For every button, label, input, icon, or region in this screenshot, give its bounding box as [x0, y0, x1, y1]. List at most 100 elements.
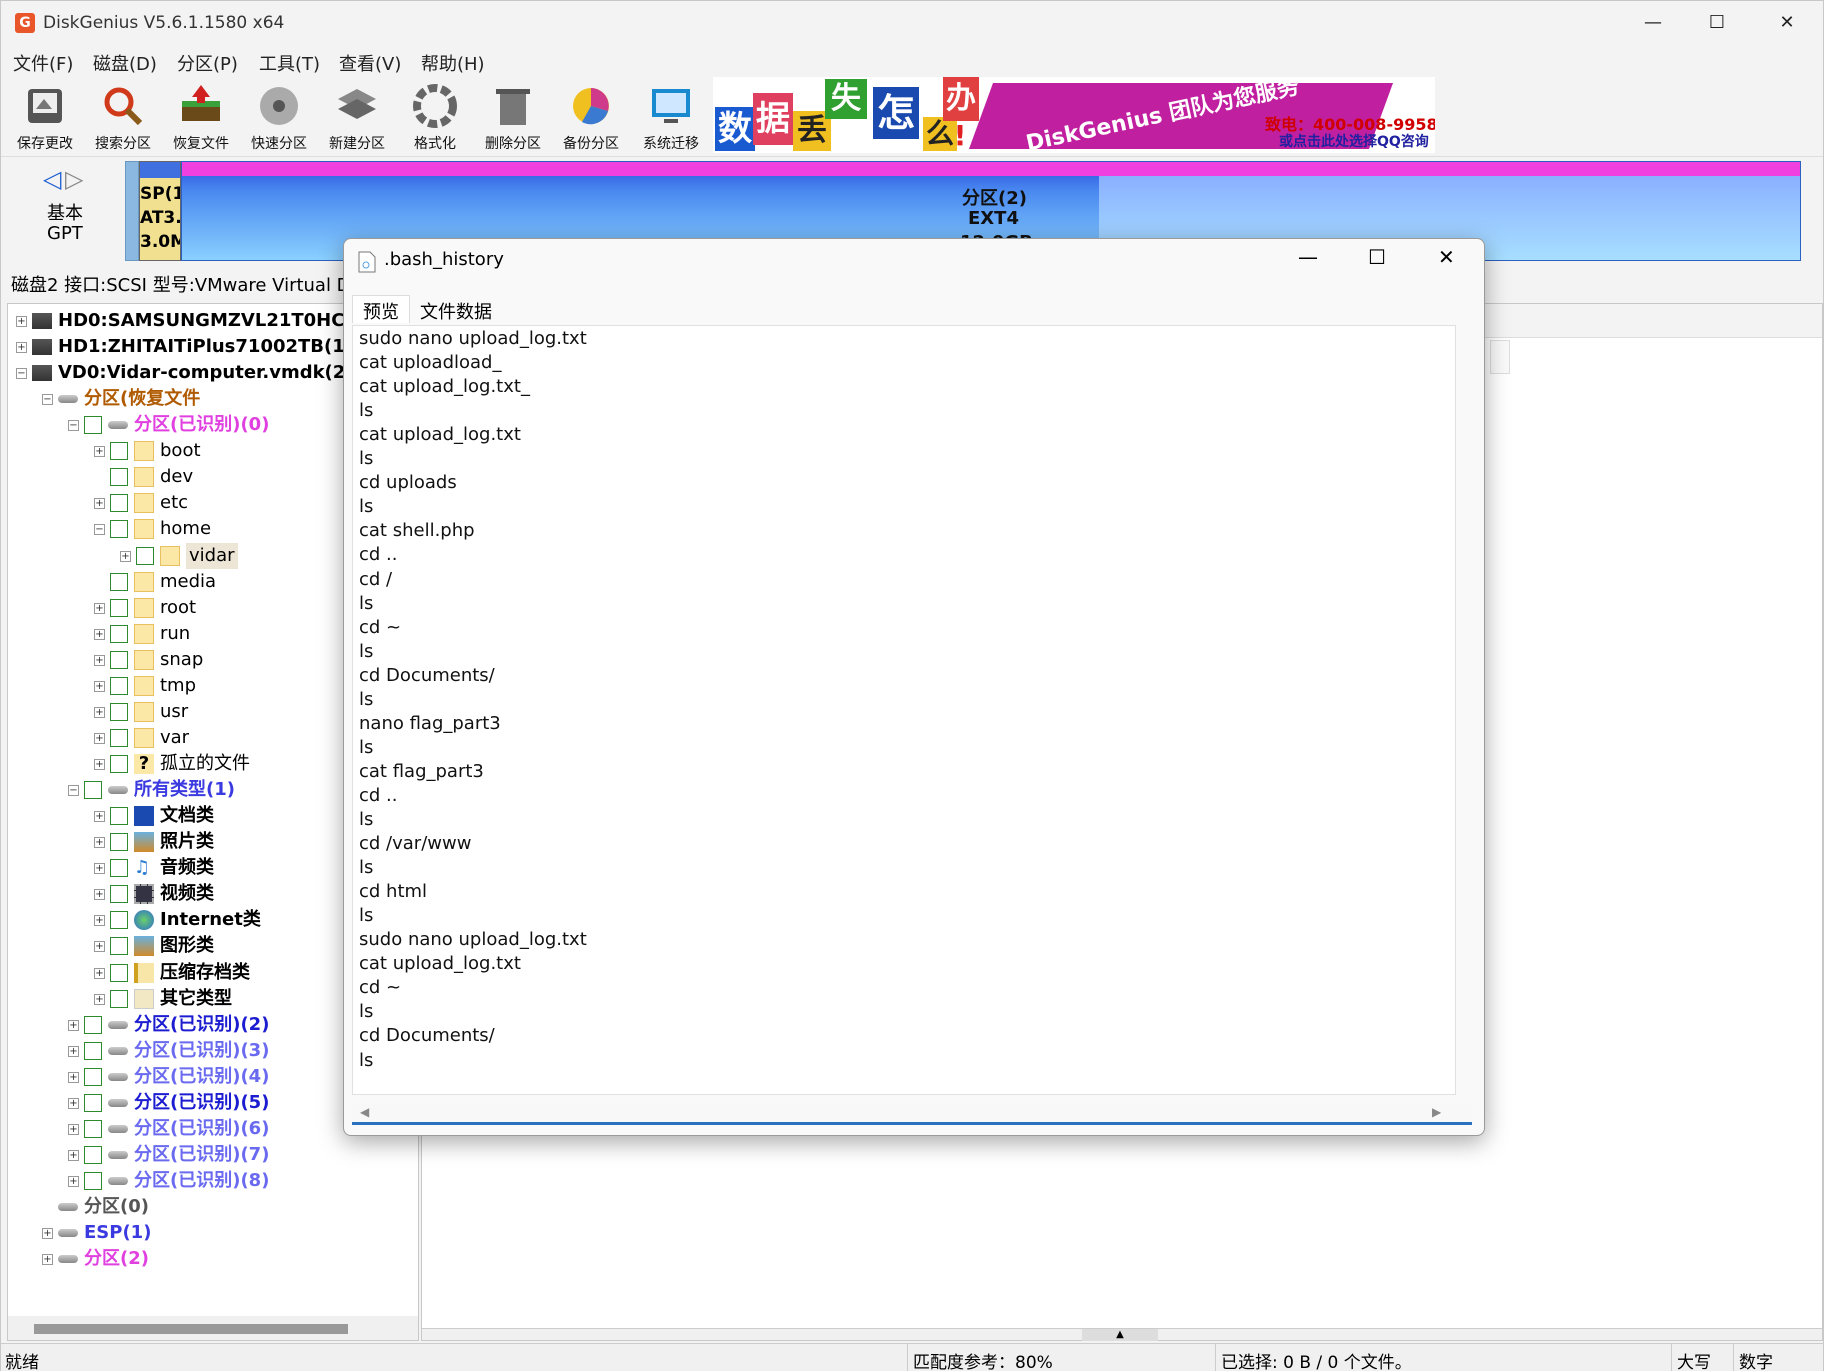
checkbox[interactable] [110, 885, 128, 904]
expand-icon[interactable]: + [68, 1019, 79, 1031]
ad-banner[interactable]: 数 据 丢 失 怎 么 办 ! DiskGenius 团队为您服务 致电：400… [713, 77, 1435, 153]
disk-segment-esp[interactable]: SP(1 AT3. 3.0M [139, 161, 181, 261]
scroll-left-icon[interactable]: ◀ [360, 1105, 369, 1119]
expand-icon[interactable]: + [94, 889, 105, 901]
minimize-button[interactable]: — [1635, 9, 1671, 37]
expand-icon[interactable]: + [94, 680, 105, 692]
checkbox[interactable] [110, 963, 128, 982]
search-partition-button[interactable]: 搜索分区 [85, 83, 161, 157]
checkbox[interactable] [110, 807, 128, 826]
collapse-icon[interactable]: − [42, 394, 53, 406]
expand-icon[interactable]: + [94, 967, 105, 979]
checkbox[interactable] [84, 416, 102, 435]
checkbox[interactable] [110, 572, 128, 591]
tree-node[interactable]: + ESP(1) [8, 1220, 418, 1246]
next-disk-arrow-icon[interactable]: ▷ [65, 165, 83, 193]
tree-node[interactable]: + 分区(已识别)(7) [8, 1142, 418, 1168]
dialog-minimize-button[interactable]: — [1298, 245, 1318, 269]
preview-text-area[interactable]: sudo nano upload_log.txt cat uploadload_ c… [352, 325, 1456, 1095]
recover-files-button[interactable]: 恢复文件 [163, 83, 239, 157]
expand-icon[interactable]: + [94, 654, 105, 666]
checkbox[interactable] [84, 1041, 102, 1060]
checkbox[interactable] [84, 1067, 102, 1086]
checkbox[interactable] [110, 755, 128, 774]
scroll-right-icon[interactable]: ▶ [1432, 1105, 1441, 1119]
collapse-icon[interactable]: − [16, 368, 27, 380]
menu-partition[interactable]: 分区(P) [177, 50, 238, 76]
expand-icon[interactable]: + [68, 1045, 79, 1057]
checkbox[interactable] [110, 937, 128, 956]
maximize-button[interactable]: ☐ [1699, 9, 1735, 37]
tab-preview[interactable]: 预览 [352, 295, 410, 323]
menu-help[interactable]: 帮助(H) [421, 50, 485, 76]
expand-icon[interactable]: + [68, 1149, 79, 1161]
menu-tools[interactable]: 工具(T) [259, 50, 320, 76]
menu-view[interactable]: 查看(V) [339, 50, 401, 76]
checkbox[interactable] [84, 1119, 102, 1138]
checkbox[interactable] [84, 1171, 102, 1190]
expand-icon[interactable]: + [94, 811, 105, 823]
expand-icon[interactable]: + [94, 759, 105, 771]
menu-file[interactable]: 文件(F) [13, 50, 73, 76]
close-button[interactable]: ✕ [1769, 9, 1805, 37]
tree-node[interactable]: + 分区(2) [8, 1246, 418, 1272]
collapse-icon[interactable]: − [68, 420, 79, 432]
collapse-arrow-icon[interactable]: ▲ [1082, 1329, 1158, 1341]
checkbox[interactable] [84, 1093, 102, 1112]
expand-icon[interactable]: + [94, 993, 105, 1005]
checkbox[interactable] [110, 833, 128, 852]
expand-icon[interactable]: + [94, 706, 105, 718]
expand-icon[interactable]: + [94, 446, 105, 458]
expand-icon[interactable]: + [94, 602, 105, 614]
delete-partition-button[interactable]: 删除分区 [475, 83, 551, 157]
menu-disk[interactable]: 磁盘(D) [93, 50, 157, 76]
expand-icon[interactable]: + [94, 863, 105, 875]
expand-icon[interactable]: + [94, 498, 105, 510]
checkbox[interactable] [110, 494, 128, 513]
checkbox[interactable] [84, 1015, 102, 1034]
disk-segment[interactable] [125, 161, 139, 261]
file-list-hscrollbar[interactable]: ▲ [422, 1328, 1822, 1341]
tree-node[interactable]: 分区(0) [8, 1194, 418, 1220]
expand-icon[interactable]: + [68, 1123, 79, 1135]
checkbox[interactable] [110, 442, 128, 461]
checkbox[interactable] [110, 520, 128, 539]
expand-icon[interactable]: + [16, 316, 27, 327]
dialog-close-button[interactable]: ✕ [1438, 245, 1455, 269]
checkbox[interactable] [84, 781, 102, 800]
collapse-icon[interactable]: − [94, 524, 105, 536]
prev-disk-arrow-icon[interactable]: ◁ [43, 165, 61, 193]
expand-icon[interactable]: + [94, 732, 105, 744]
checkbox[interactable] [84, 1145, 102, 1164]
checkbox[interactable] [110, 911, 128, 930]
expand-icon[interactable]: + [68, 1097, 79, 1109]
backup-partition-button[interactable]: 备份分区 [553, 83, 629, 157]
expand-icon[interactable]: + [94, 628, 105, 640]
tree-hscrollbar[interactable] [8, 1316, 418, 1340]
preview-hscrollbar[interactable]: ◀ ▶ [352, 1103, 1472, 1125]
tab-file-data[interactable]: 文件数据 [410, 296, 502, 324]
expand-icon[interactable]: + [68, 1175, 79, 1187]
expand-icon[interactable]: + [94, 837, 105, 849]
tree-node[interactable]: + 分区(已识别)(8) [8, 1168, 418, 1194]
new-partition-button[interactable]: 新建分区 [319, 83, 395, 157]
checkbox[interactable] [110, 702, 128, 721]
dialog-maximize-button[interactable]: ☐ [1368, 245, 1386, 269]
checkbox[interactable] [110, 624, 128, 643]
save-changes-button[interactable]: 保存更改 [7, 83, 83, 157]
expand-icon[interactable]: + [16, 342, 27, 354]
checkbox[interactable] [110, 676, 128, 695]
checkbox[interactable] [110, 650, 128, 669]
checkbox[interactable] [110, 468, 128, 487]
checkbox[interactable] [110, 728, 128, 747]
checkbox[interactable] [110, 989, 128, 1008]
checkbox[interactable] [136, 546, 154, 565]
expand-icon[interactable]: + [68, 1071, 79, 1083]
format-button[interactable]: 格式化 [397, 83, 473, 157]
expand-icon[interactable]: + [94, 941, 105, 953]
file-list-splitter[interactable] [1490, 340, 1510, 374]
expand-icon[interactable]: + [42, 1254, 53, 1266]
expand-icon[interactable]: + [42, 1228, 53, 1240]
quick-partition-button[interactable]: 快速分区 [241, 83, 317, 157]
system-migration-button[interactable]: 系统迁移 [633, 83, 709, 157]
